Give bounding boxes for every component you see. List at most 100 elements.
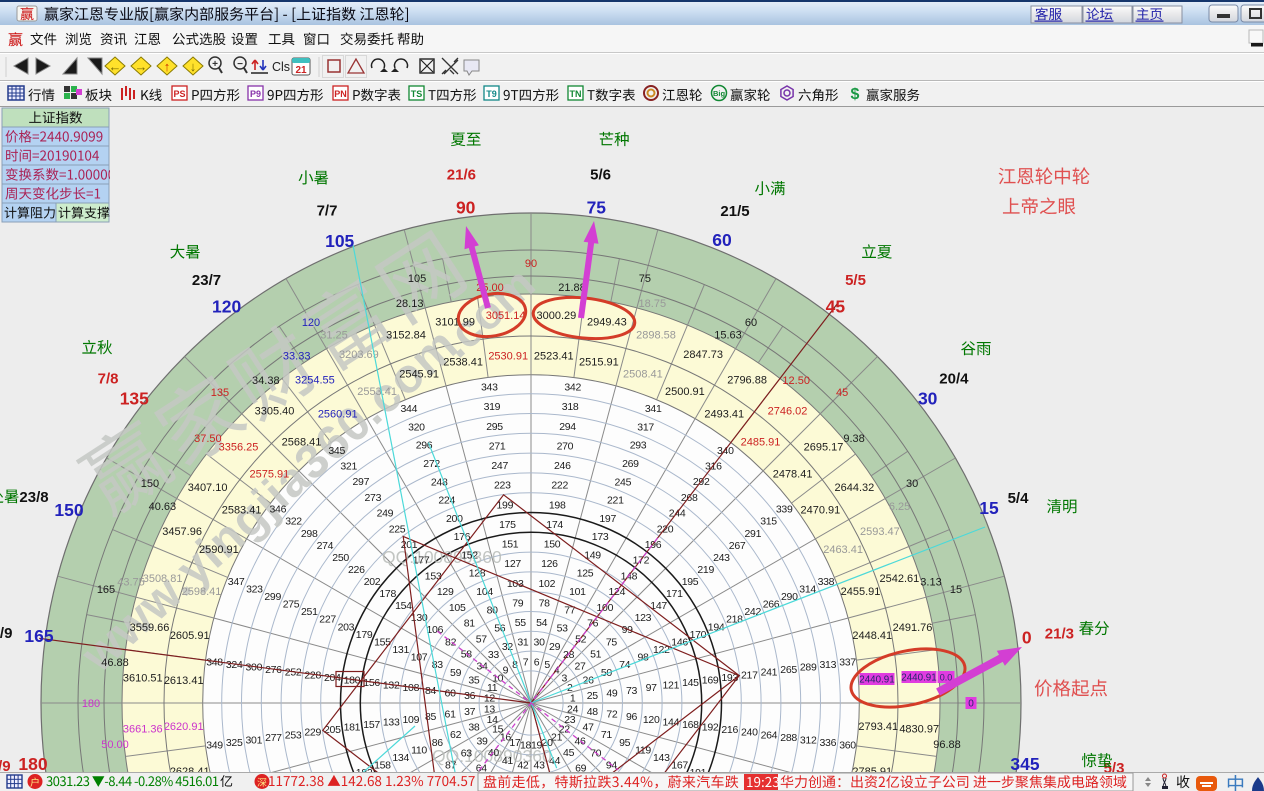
- svg-text:TS: TS: [411, 89, 423, 99]
- svg-text:2493.41: 2493.41: [704, 409, 744, 421]
- svg-text:42: 42: [517, 759, 529, 771]
- svg-text:27: 27: [574, 660, 586, 672]
- svg-text:34.38: 34.38: [252, 375, 280, 387]
- svg-text:227: 227: [319, 614, 336, 626]
- svg-text:6: 6: [534, 656, 540, 668]
- svg-text:30: 30: [906, 478, 918, 490]
- svg-text:2560.91: 2560.91: [318, 409, 358, 421]
- svg-text:73: 73: [626, 685, 638, 697]
- svg-text:317: 317: [637, 421, 654, 433]
- svg-text:2440.91: 2440.91: [901, 673, 936, 684]
- svg-text:95: 95: [619, 737, 631, 749]
- svg-text:79: 79: [512, 598, 524, 610]
- svg-text:179: 179: [356, 629, 373, 641]
- svg-text:292: 292: [693, 476, 710, 488]
- svg-text:72: 72: [606, 709, 618, 721]
- svg-text:3203.69: 3203.69: [339, 349, 379, 361]
- svg-text:31.25: 31.25: [320, 329, 348, 341]
- svg-text:99: 99: [622, 624, 634, 636]
- svg-text:2605.91: 2605.91: [170, 630, 210, 642]
- svg-text:2523.41: 2523.41: [534, 351, 574, 363]
- svg-text:250: 250: [332, 552, 349, 564]
- svg-text:PN: PN: [334, 89, 347, 99]
- svg-text:3254.55: 3254.55: [295, 375, 335, 387]
- svg-text:3: 3: [562, 672, 568, 684]
- svg-text:155: 155: [374, 637, 391, 649]
- svg-text:45: 45: [826, 296, 846, 316]
- svg-text:+: +: [212, 59, 218, 70]
- svg-text:63: 63: [461, 748, 473, 760]
- svg-text:125: 125: [577, 568, 594, 580]
- svg-text:301: 301: [245, 735, 262, 747]
- svg-text:2440.91: 2440.91: [859, 675, 894, 686]
- svg-text:316: 316: [705, 461, 722, 473]
- svg-text:21/6: 21/6: [447, 167, 476, 184]
- svg-text:→: →: [135, 59, 148, 74]
- svg-text:150: 150: [141, 478, 159, 490]
- svg-text:180: 180: [82, 698, 100, 710]
- svg-text:150: 150: [54, 500, 83, 520]
- svg-text:2746.02: 2746.02: [768, 406, 808, 418]
- svg-text:165: 165: [97, 584, 115, 596]
- svg-text:346: 346: [269, 504, 286, 516]
- svg-text:75: 75: [639, 273, 651, 285]
- svg-text:2613.41: 2613.41: [164, 675, 204, 687]
- svg-text:105: 105: [325, 231, 354, 251]
- svg-text:268: 268: [681, 492, 698, 504]
- svg-text:217: 217: [741, 669, 758, 681]
- svg-text:90: 90: [525, 258, 537, 270]
- svg-text:5/5: 5/5: [845, 272, 866, 289]
- svg-text:53: 53: [557, 623, 569, 635]
- svg-text:↑: ↑: [164, 59, 171, 74]
- svg-text:148: 148: [621, 570, 638, 582]
- svg-text:153: 153: [425, 570, 442, 582]
- svg-text:247: 247: [491, 460, 508, 472]
- svg-text:246: 246: [554, 460, 571, 472]
- svg-text:265: 265: [780, 664, 797, 676]
- svg-text:271: 271: [489, 440, 506, 452]
- svg-text:2695.17: 2695.17: [804, 442, 844, 454]
- svg-text:240: 240: [741, 727, 758, 739]
- svg-text:345: 345: [328, 445, 345, 457]
- svg-text:5/6: 5/6: [590, 167, 611, 184]
- svg-text:96: 96: [626, 711, 638, 723]
- svg-text:105: 105: [408, 273, 426, 285]
- svg-text:289: 289: [800, 662, 817, 674]
- svg-text:152: 152: [461, 549, 478, 561]
- svg-text:Big: Big: [713, 89, 726, 98]
- svg-text:325: 325: [226, 737, 243, 749]
- svg-text:54: 54: [536, 617, 548, 629]
- svg-text:2620.91: 2620.91: [164, 721, 204, 733]
- svg-text:8/9: 8/9: [0, 625, 12, 642]
- svg-text:P9: P9: [250, 89, 261, 99]
- svg-text:45: 45: [563, 747, 575, 759]
- svg-text:290: 290: [781, 591, 798, 603]
- svg-text:343: 343: [481, 382, 498, 394]
- svg-text:315: 315: [760, 516, 777, 528]
- svg-text:2575.91: 2575.91: [250, 469, 290, 481]
- svg-text:−: −: [237, 59, 243, 70]
- svg-text:101: 101: [569, 586, 586, 598]
- svg-text:171: 171: [666, 588, 683, 600]
- svg-text:44: 44: [549, 755, 561, 767]
- svg-text:229: 229: [304, 727, 321, 739]
- svg-text:78: 78: [539, 598, 551, 610]
- svg-text:62: 62: [450, 729, 462, 741]
- svg-text:134: 134: [392, 752, 409, 764]
- svg-text:2538.41: 2538.41: [443, 357, 483, 369]
- svg-text:48: 48: [587, 706, 599, 718]
- svg-text:0: 0: [1022, 628, 1032, 648]
- svg-text:144: 144: [662, 716, 679, 728]
- svg-text:349: 349: [206, 740, 223, 752]
- svg-text:145: 145: [682, 677, 699, 689]
- svg-text:50.00: 50.00: [101, 739, 129, 751]
- svg-text:288: 288: [780, 732, 797, 744]
- svg-text:2485.91: 2485.91: [741, 436, 781, 448]
- svg-text:←: ←: [109, 59, 122, 74]
- svg-text:104: 104: [476, 586, 493, 598]
- svg-text:31: 31: [517, 637, 529, 649]
- svg-text:196: 196: [645, 539, 662, 551]
- svg-text:340: 340: [717, 445, 734, 457]
- svg-text:313: 313: [819, 659, 836, 671]
- svg-text:71: 71: [601, 729, 613, 741]
